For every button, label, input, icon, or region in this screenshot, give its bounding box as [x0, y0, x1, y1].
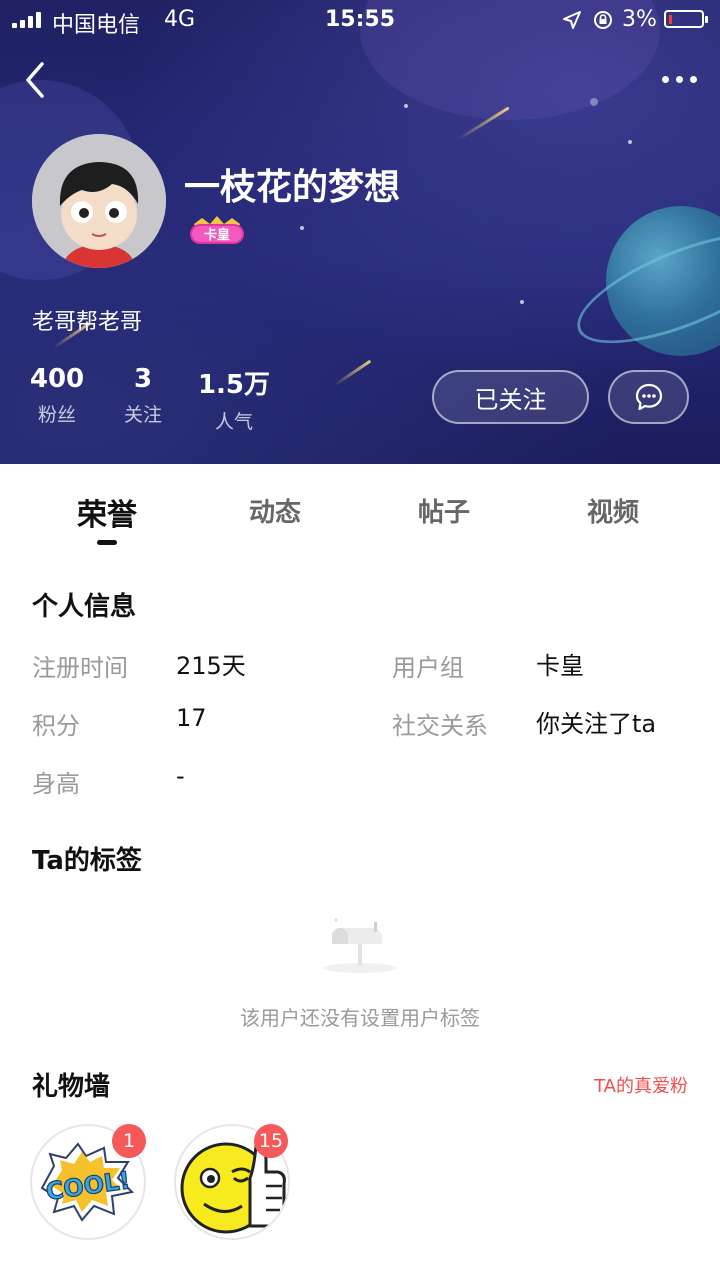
tab-honor[interactable]: 荣誉	[22, 490, 192, 534]
tab-activity[interactable]: 动态	[190, 492, 360, 529]
following-button[interactable]: 已关注	[432, 370, 589, 424]
info-value-points: 17	[176, 704, 207, 732]
stat-fans[interactable]: 400 粉丝	[24, 364, 90, 427]
info-value-height: -	[176, 762, 185, 790]
shooting-star-decoration	[333, 359, 372, 387]
stat-label: 人气	[214, 411, 253, 433]
tab-posts[interactable]: 帖子	[359, 492, 529, 529]
info-label-points: 积分	[32, 712, 80, 740]
avatar[interactable]	[32, 134, 166, 268]
gift-count-badge: 15	[254, 1124, 288, 1158]
star-decoration	[590, 98, 598, 106]
crown-badge-icon: 卡皇	[190, 216, 244, 244]
empty-tags-message: 该用户还没有设置用户标签	[240, 1006, 480, 1030]
profile-header: 中国电信 4G 15:55 3% 一枝花的梦想 卡皇 老哥帮老哥 400 粉丝 …	[0, 0, 720, 464]
stat-label: 粉丝	[37, 404, 76, 426]
back-arrow-icon[interactable]	[18, 60, 54, 100]
info-value-social-relation: 你关注了ta	[536, 710, 657, 738]
star-decoration	[300, 226, 304, 230]
location-arrow-icon	[563, 11, 581, 29]
stat-following[interactable]: 3 关注	[118, 364, 168, 427]
more-options-icon[interactable]	[660, 68, 700, 92]
info-label-social-relation: 社交关系	[392, 712, 488, 740]
empty-mailbox-icon	[324, 918, 396, 973]
chat-bubble-icon	[635, 383, 662, 411]
info-label-height: 身高	[32, 770, 80, 798]
user-signature: 老哥帮老哥	[32, 310, 143, 335]
stat-value: 3	[133, 364, 153, 394]
stat-popularity: 1.5万 人气	[194, 364, 274, 434]
status-bar: 中国电信 4G 15:55 3%	[0, 0, 720, 40]
active-tab-indicator	[97, 540, 117, 545]
star-decoration	[520, 300, 524, 304]
battery-icon	[664, 10, 708, 28]
personal-info-title: 个人信息	[32, 592, 137, 622]
message-button[interactable]	[608, 370, 689, 424]
info-label-register-time: 注册时间	[32, 654, 128, 682]
info-value-register-time: 215天	[176, 652, 246, 680]
badge-label: 卡皇	[204, 227, 230, 243]
tags-title: Ta的标签	[32, 846, 142, 876]
avatar-cartoon-boy-icon	[32, 134, 166, 268]
info-label-user-group: 用户组	[392, 654, 464, 682]
stat-label: 关注	[123, 404, 162, 426]
star-decoration	[404, 104, 408, 108]
gift-wall-title: 礼物墙	[32, 1072, 111, 1102]
info-value-user-group: 卡皇	[536, 652, 584, 680]
true-fans-link[interactable]: TA的真爱粉	[594, 1072, 688, 1098]
stat-value: 400	[29, 364, 85, 394]
orientation-lock-icon	[594, 11, 612, 29]
stat-value: 1.5万	[197, 370, 271, 400]
gift-count-badge: 1	[112, 1124, 146, 1158]
nickname: 一枝花的梦想	[184, 167, 401, 208]
battery-percentage: 3%	[622, 7, 657, 32]
tab-videos[interactable]: 视频	[528, 492, 698, 529]
star-decoration	[628, 140, 632, 144]
